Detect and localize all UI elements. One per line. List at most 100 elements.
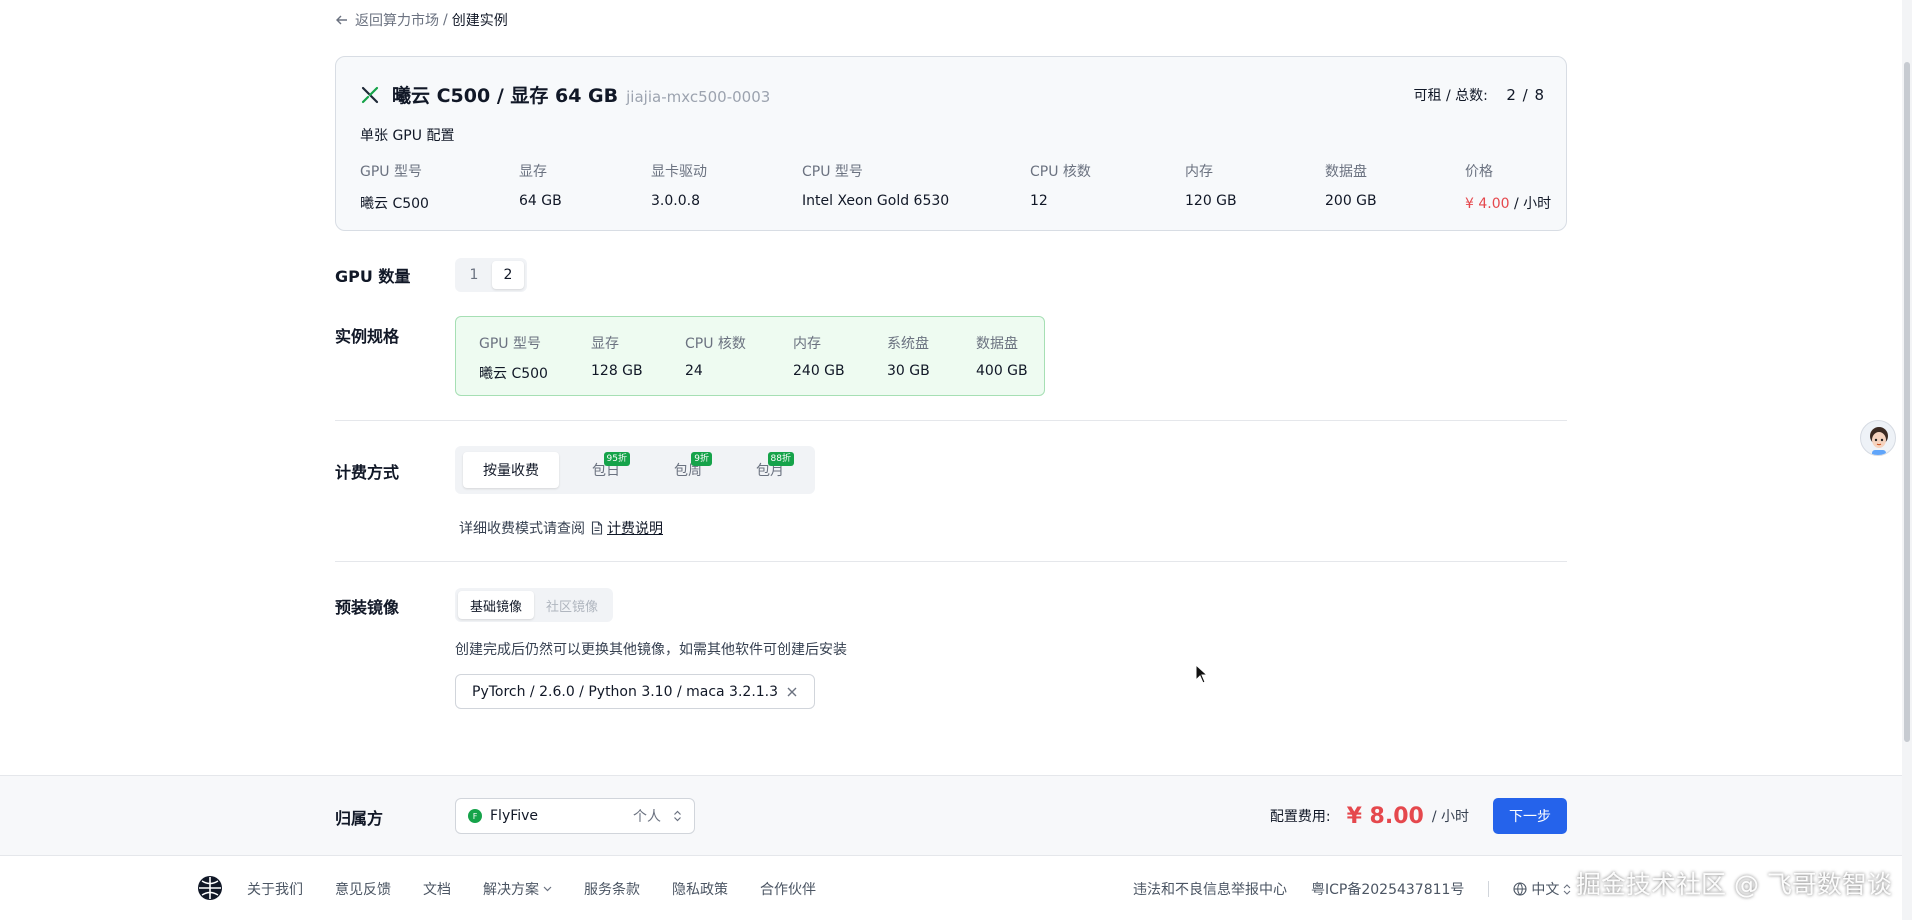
unit-price: ¥ 4.00 [1465,196,1510,212]
spec-value: 曦云 C500 [360,196,429,212]
gpu-spec-vram: 显存 64 GB [519,161,562,209]
tab-community-image[interactable]: 社区镜像 [534,591,610,619]
image-select-value: PyTorch / 2.6.0 / Python 3.10 / maca 3.2… [472,683,779,700]
billing-note: 详细收费模式请查阅 计费说明 [459,518,663,538]
spec-label: 内存 [1185,164,1213,180]
spec-value: 64 GB [519,193,562,209]
instance-spec-system-disk: 系统盘 30 GB [887,333,930,379]
watermark: 掘金技术社区 @ 飞哥数智谈 [1576,870,1892,899]
image-label: 预装镜像 [335,598,400,617]
gpu-spec-cpu-model: CPU 型号 Intel Xeon Gold 6530 [802,161,949,209]
footer-link-partners[interactable]: 合作伙伴 [760,879,816,899]
gpu-spec-data-disk: 数据盘 200 GB [1325,161,1377,209]
spec-value: 400 GB [976,363,1028,379]
unit-price-unit: / 小时 [1509,196,1552,212]
spec-label: 数据盘 [1325,164,1367,180]
next-step-button[interactable]: 下一步 [1493,798,1567,834]
footer-link-solutions-label: 解决方案 [483,882,539,898]
discount-badge: 95折 [603,452,630,466]
spec-label: CPU 型号 [802,164,863,180]
footer-link-terms[interactable]: 服务条款 [584,879,640,899]
owner-label: 归属方 [335,809,384,828]
billing-option-pay-as-you-go[interactable]: 按量收费 [463,452,559,488]
gpu-title-row: 曦云 C500 / 显存 64 GB jiajia-mxc500-0003 [360,81,770,108]
spec-value: 12 [1030,193,1048,209]
close-icon[interactable] [786,686,798,698]
billing-option-weekly[interactable]: 包周 9折 [651,452,725,488]
breadcrumb-separator: / [443,12,448,28]
spec-value: 30 GB [887,363,930,379]
arrow-left-icon [336,15,347,25]
gpu-count-selector: 1 2 [455,258,527,292]
assistant-avatar[interactable] [1860,420,1896,456]
fee-area: 配置费用: ¥ 8.00 / 小时 下一步 [1270,798,1567,834]
gpu-spec-memory: 内存 120 GB [1185,161,1237,209]
scrollbar-thumb[interactable] [1904,62,1910,742]
instance-spec-label: 实例规格 [335,327,400,346]
billing-option-monthly[interactable]: 包月 88折 [733,452,807,488]
spec-label: GPU 型号 [360,164,422,180]
spec-value: 200 GB [1325,193,1377,209]
gpu-vendor-logo-icon [361,86,379,103]
footer-right-links: 违法和不良信息举报中心 粤ICP备2025437811号 中文 [1133,879,1571,899]
back-link-label: 返回算力市场 [355,13,439,29]
breadcrumb-current: 创建实例 [451,13,508,29]
back-link[interactable]: 返回算力市场 [335,10,439,30]
image-select[interactable]: PyTorch / 2.6.0 / Python 3.10 / maca 3.2… [455,674,815,709]
footer-link-solutions[interactable]: 解决方案 [483,879,552,899]
gpu-title: 曦云 C500 / 显存 64 GB [392,85,619,107]
gpu-spec-price: 价格 ¥ 4.00 / 小时 [1465,161,1551,213]
billing-option-label-wrap: 包日 95折 [592,452,630,480]
fee-amount: ¥ 8.00 [1346,803,1424,829]
spec-label: 数据盘 [976,336,1018,352]
language-label: 中文 [1531,882,1560,898]
org-avatar: F [468,809,482,823]
fee-label: 配置费用: [1269,809,1331,825]
footer-icp-link[interactable]: 粤ICP备2025437811号 [1311,879,1464,899]
spec-label: GPU 型号 [479,336,541,352]
gpu-count-label: GPU 数量 [335,267,411,286]
discount-badge: 9折 [691,452,712,466]
discount-badge: 88折 [767,452,794,466]
spec-label: CPU 核数 [685,336,746,352]
site-logo-icon [198,876,222,900]
instance-spec-cpu-cores: CPU 核数 24 [685,333,746,379]
tab-basic-image[interactable]: 基础镜像 [458,591,535,619]
assistant-avatar-icon [1870,427,1888,455]
footer-separator [1488,881,1490,897]
spec-label: 显存 [591,336,619,352]
gpu-spec-model: GPU 型号 曦云 C500 [360,161,429,213]
image-type-tabs: 基础镜像 社区镜像 [455,588,614,622]
footer-links: 关于我们 意见反馈 文档 解决方案 服务条款 隐私政策 合作伙伴 [247,879,816,899]
owner-select[interactable]: F FlyFive 个人 [455,798,695,834]
footer-report-link[interactable]: 违法和不良信息举报中心 [1133,879,1287,899]
gpu-card-subtitle: 单张 GPU 配置 [360,128,455,144]
spec-value: 120 GB [1185,193,1237,209]
spec-value: 240 GB [793,363,845,379]
gpu-summary-card: 曦云 C500 / 显存 64 GB jiajia-mxc500-0003 可租… [335,56,1567,231]
language-switcher[interactable]: 中文 [1513,879,1571,899]
chevron-up-down-icon [1564,883,1571,895]
footer-link-docs[interactable]: 文档 [423,879,451,899]
billing-option-daily[interactable]: 包日 95折 [571,452,641,488]
footer-link-feedback[interactable]: 意见反馈 [335,879,391,899]
globe-icon [1513,882,1527,896]
gpu-count-option-2[interactable]: 2 [492,261,524,289]
spec-value: 128 GB [591,363,643,379]
billing-mode-selector: 按量收费 包日 95折 包周 9折 包月 88折 [455,446,815,494]
gpu-count-option-1[interactable]: 1 [458,261,490,289]
spec-value: ¥ 4.00 / 小时 [1465,193,1551,213]
footer-link-about[interactable]: 关于我们 [247,879,303,899]
breadcrumb: 返回算力市场 / 创建实例 [335,10,508,30]
instance-spec-vram: 显存 128 GB [591,333,643,379]
spec-label: 显卡驱动 [651,164,707,180]
billing-option-label-wrap: 包月 88折 [756,452,794,480]
spec-value: 24 [685,363,703,379]
page-scrollbar[interactable] [1902,0,1912,920]
footer-link-privacy[interactable]: 隐私政策 [672,879,728,899]
billing-doc-link[interactable]: 计费说明 [591,518,663,538]
document-icon [591,521,603,535]
gpu-code: jiajia-mxc500-0003 [626,88,771,106]
spec-label: 价格 [1465,164,1493,180]
billing-option-label-wrap: 包周 9折 [674,452,712,480]
